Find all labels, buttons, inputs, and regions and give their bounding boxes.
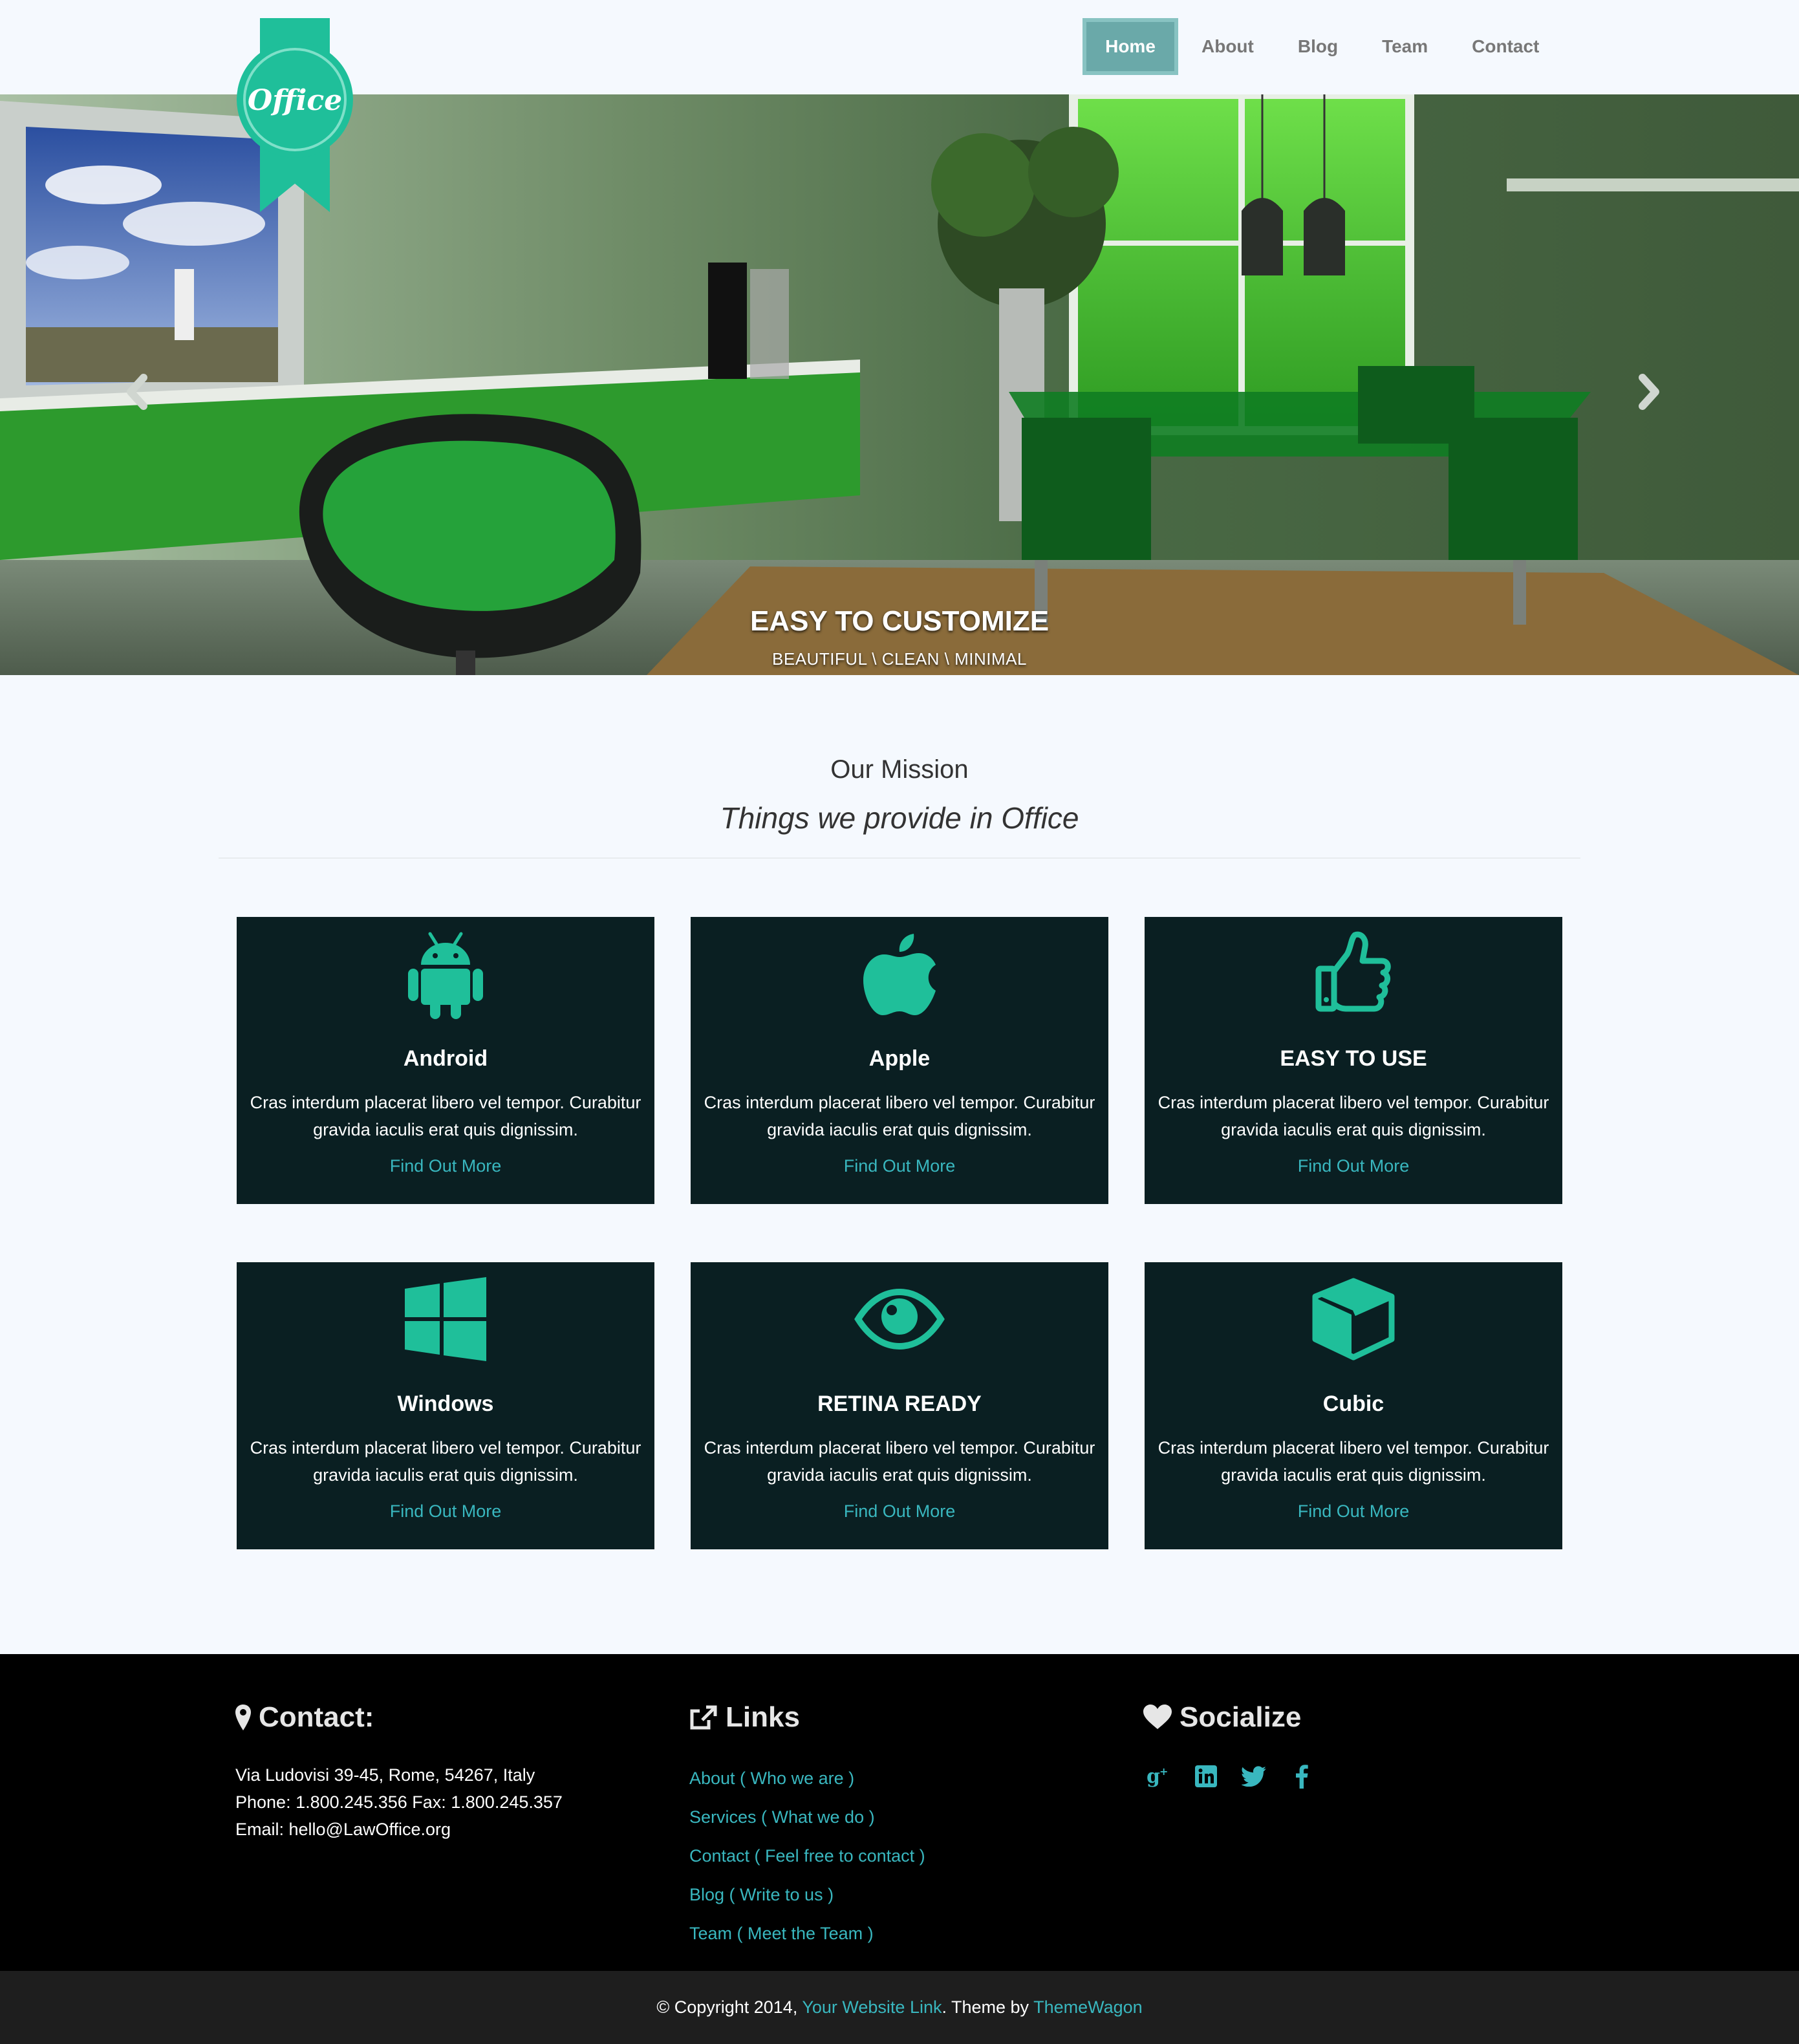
list-item: About ( Who we are ) [689, 1759, 925, 1798]
list-item: Contact ( Feel free to contact ) [689, 1836, 925, 1875]
card-text: Cras interdum placerat libero vel tempor… [704, 1438, 1095, 1485]
card-title: RETINA READY [817, 1392, 982, 1416]
find-out-more-link[interactable]: Find Out More [1145, 1501, 1562, 1522]
footer-links-title: Links [726, 1701, 800, 1733]
copyright-prefix: © Copyright 2014, [656, 1997, 803, 2017]
card-text: Cras interdum placerat libero vel tempor… [1158, 1093, 1549, 1139]
find-out-more-link[interactable]: Find Out More [237, 1156, 654, 1176]
facebook-link[interactable] [1287, 1761, 1317, 1791]
feature-card-android: Android Cras interdum placerat libero ve… [237, 917, 654, 1204]
copyright-bar: © Copyright 2014, Your Website Link. The… [0, 1971, 1799, 2044]
contact-email: Email: hello@LawOffice.org [235, 1820, 451, 1839]
find-out-more-link[interactable]: Find Out More [691, 1156, 1108, 1176]
contact-address: Via Ludovisi 39-45, Rome, 54267, Italy [235, 1765, 535, 1785]
chevron-left-icon [127, 374, 147, 410]
footer-links-heading: Links [689, 1699, 925, 1736]
thumbs-up-icon [1315, 931, 1391, 1012]
mission-subtitle: Things we provide in Office [720, 801, 1079, 835]
footer-contact-title: Contact: [259, 1701, 374, 1733]
carousel-prev-button[interactable] [116, 366, 155, 418]
footer-social-heading: Socialize [1143, 1699, 1317, 1736]
card-title: Windows [397, 1392, 494, 1416]
hero-subtitle: BEAUTIFUL \ CLEAN \ MINIMAL [772, 649, 1027, 669]
apple-icon [863, 934, 936, 1015]
card-title: Android [403, 1046, 488, 1071]
card-title: EASY TO USE [1280, 1046, 1427, 1071]
site-logo[interactable]: Office [237, 18, 353, 213]
nav-home[interactable]: Home [1083, 18, 1178, 75]
nav-blog[interactable]: Blog [1276, 18, 1360, 75]
google-plus-icon: g + [1147, 1765, 1168, 1788]
site-footer: Contact: Via Ludovisi 39-45, Rome, 54267… [0, 1654, 1799, 1971]
card-title: Apple [868, 1046, 931, 1071]
heart-icon [1143, 1705, 1172, 1729]
feature-card-apple: Apple Cras interdum placerat libero vel … [691, 917, 1108, 1204]
social-links: g + [1143, 1761, 1317, 1791]
card-text: Cras interdum placerat libero vel tempor… [250, 1093, 641, 1139]
themewagon-link[interactable]: ThemeWagon [1033, 1997, 1143, 2017]
carousel-next-button[interactable] [1631, 366, 1670, 418]
card-title: Cubic [1322, 1392, 1384, 1416]
android-icon [408, 932, 483, 1019]
map-marker-icon [235, 1705, 251, 1730]
nav-contact[interactable]: Contact [1450, 18, 1561, 75]
external-link-icon [690, 1705, 717, 1730]
svg-text:g: g [1147, 1765, 1160, 1788]
contact-phone: Phone: 1.800.245.356 Fax: 1.800.245.357 [235, 1792, 563, 1812]
footer-link-services[interactable]: Services ( What we do ) [689, 1807, 875, 1827]
footer-link-about[interactable]: About ( Who we are ) [689, 1769, 854, 1788]
footer-links: Links About ( Who we are ) Services ( Wh… [689, 1699, 925, 1953]
linkedin-link[interactable] [1191, 1761, 1221, 1791]
card-text: Cras interdum placerat libero vel tempor… [704, 1093, 1095, 1139]
svg-text:+: + [1159, 1765, 1168, 1778]
google-plus-link[interactable]: g + [1143, 1761, 1173, 1791]
feature-card-cubic: Cubic Cras interdum placerat libero vel … [1145, 1262, 1562, 1549]
footer-link-team[interactable]: Team ( Meet the Team ) [689, 1924, 874, 1943]
find-out-more-link[interactable]: Find Out More [1145, 1156, 1562, 1176]
nav-about[interactable]: About [1180, 18, 1276, 75]
find-out-more-link[interactable]: Find Out More [237, 1501, 654, 1522]
mission-title: Our Mission [830, 755, 969, 784]
list-item: Blog ( Write to us ) [689, 1875, 925, 1914]
logo-text: Office [248, 84, 342, 117]
hero-title: EASY TO CUSTOMIZE [749, 605, 1050, 637]
footer-link-contact[interactable]: Contact ( Feel free to contact ) [689, 1846, 925, 1866]
nav-team[interactable]: Team [1360, 18, 1450, 75]
copyright-middle: . Theme by [942, 1997, 1034, 2017]
facebook-icon [1296, 1765, 1308, 1789]
twitter-icon [1242, 1766, 1266, 1787]
cube-icon [1312, 1278, 1395, 1361]
footer-contact: Contact: Via Ludovisi 39-45, Rome, 54267… [235, 1699, 563, 1843]
footer-social-title: Socialize [1180, 1701, 1302, 1733]
contact-details: Via Ludovisi 39-45, Rome, 54267, Italy P… [235, 1761, 563, 1843]
logo-ribbon-icon: Office [237, 18, 353, 212]
section-divider [219, 857, 1580, 859]
eye-icon [854, 1288, 945, 1350]
feature-card-easy-to-use: EASY TO USE Cras interdum placerat liber… [1145, 917, 1562, 1204]
footer-link-blog[interactable]: Blog ( Write to us ) [689, 1885, 834, 1904]
card-text: Cras interdum placerat libero vel tempor… [250, 1438, 641, 1485]
feature-card-windows: Windows Cras interdum placerat libero ve… [237, 1262, 654, 1549]
footer-link-list: About ( Who we are ) Services ( What we … [689, 1759, 925, 1953]
card-text: Cras interdum placerat libero vel tempor… [1158, 1438, 1549, 1485]
hero-caption: EASY TO CUSTOMIZE BEAUTIFUL \ CLEAN \ MI… [0, 605, 1799, 669]
chevron-right-icon [1639, 374, 1659, 410]
linkedin-icon [1195, 1765, 1217, 1787]
feature-card-retina-ready: RETINA READY Cras interdum placerat libe… [691, 1262, 1108, 1549]
windows-icon [405, 1277, 486, 1361]
twitter-link[interactable] [1239, 1761, 1269, 1791]
website-link[interactable]: Your Website Link [802, 1997, 942, 2017]
list-item: Team ( Meet the Team ) [689, 1914, 925, 1953]
footer-social: Socialize g + [1143, 1699, 1317, 1791]
main-nav: Home About Blog Team Contact [1083, 18, 1561, 75]
footer-contact-heading: Contact: [235, 1699, 563, 1736]
find-out-more-link[interactable]: Find Out More [691, 1501, 1108, 1522]
list-item: Services ( What we do ) [689, 1798, 925, 1836]
